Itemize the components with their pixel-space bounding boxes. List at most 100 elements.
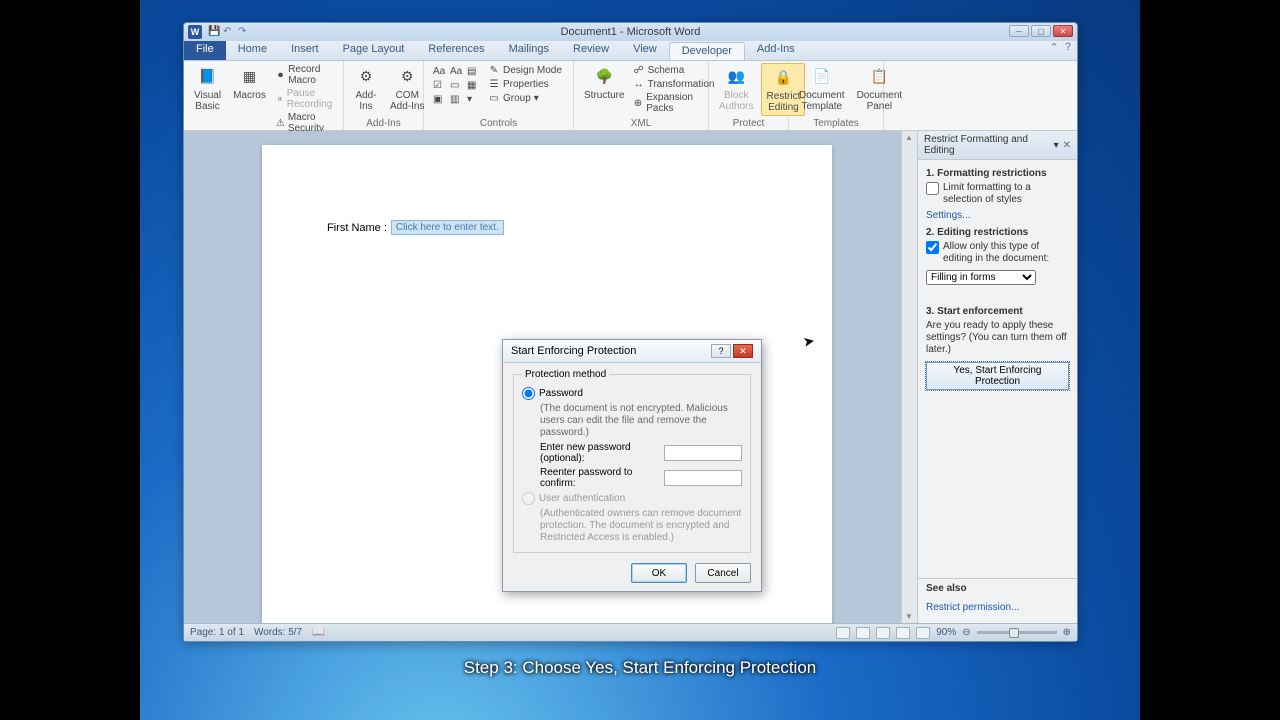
control-icon[interactable]: ▣ bbox=[433, 94, 447, 105]
ribbon-minimize-icon[interactable]: ⌃ bbox=[1050, 41, 1059, 60]
caption-text: Step 3: Choose Yes, Start Enforcing Prot… bbox=[0, 658, 1280, 678]
quick-access-toolbar[interactable]: 💾 ↶ ↷ bbox=[208, 26, 250, 38]
content-area: First Name : Click here to enter text. S… bbox=[184, 131, 1077, 623]
dialog-help-button[interactable]: ? bbox=[711, 344, 731, 358]
status-bar: Page: 1 of 1 Words: 5/7 📖 90% ⊖ ⊕ bbox=[184, 623, 1077, 641]
structure-button[interactable]: 🌳Structure bbox=[580, 63, 629, 103]
tab-home[interactable]: Home bbox=[226, 41, 279, 60]
control-icon[interactable]: ▤ bbox=[467, 66, 481, 77]
help-icon[interactable]: ? bbox=[1065, 41, 1071, 60]
draft-view[interactable] bbox=[916, 627, 930, 639]
cancel-button[interactable]: Cancel bbox=[695, 563, 751, 583]
control-icon[interactable]: ▾ bbox=[467, 94, 481, 105]
control-icon[interactable]: Aa bbox=[450, 66, 464, 77]
settings-link[interactable]: Settings... bbox=[926, 210, 970, 221]
enter-password-label: Enter new password (optional): bbox=[540, 442, 660, 464]
limit-formatting-checkbox[interactable] bbox=[926, 182, 939, 195]
dialog-title: Start Enforcing Protection bbox=[511, 345, 636, 357]
redo-icon[interactable]: ↷ bbox=[238, 26, 250, 38]
minimize-button[interactable]: ─ bbox=[1009, 25, 1029, 37]
macros-icon: ▦ bbox=[237, 65, 261, 89]
group-label-controls: Controls bbox=[430, 118, 567, 130]
control-icon[interactable]: ▭ bbox=[450, 80, 464, 91]
page-status[interactable]: Page: 1 of 1 bbox=[190, 627, 244, 638]
zoom-in-button[interactable]: ⊕ bbox=[1063, 627, 1071, 638]
control-icon[interactable]: ☑ bbox=[433, 80, 447, 91]
outline-view[interactable] bbox=[896, 627, 910, 639]
tab-file[interactable]: File bbox=[184, 41, 226, 60]
tab-page-layout[interactable]: Page Layout bbox=[331, 41, 417, 60]
tab-mailings[interactable]: Mailings bbox=[497, 41, 561, 60]
com-icon: ⚙ bbox=[395, 65, 419, 89]
transformation-button[interactable]: ↔Transformation bbox=[633, 77, 715, 91]
template-icon: 📄 bbox=[810, 65, 834, 89]
zoom-slider[interactable] bbox=[977, 631, 1057, 634]
start-enforcing-button[interactable]: Yes, Start Enforcing Protection bbox=[926, 362, 1069, 390]
schema-button[interactable]: ☍Schema bbox=[633, 63, 715, 77]
close-button[interactable]: ✕ bbox=[1053, 25, 1073, 37]
addins-button[interactable]: ⚙Add-Ins bbox=[350, 63, 382, 114]
window-title: Document1 - Microsoft Word bbox=[561, 26, 701, 38]
vb-icon: 📘 bbox=[196, 65, 220, 89]
controls-gallery[interactable]: AaAa▤ ☑▭▦ ▣▥▾ bbox=[430, 63, 484, 108]
document-area[interactable]: First Name : Click here to enter text. S… bbox=[184, 131, 901, 623]
expansion-icon: ⊕ bbox=[633, 97, 644, 109]
transform-icon: ↔ bbox=[633, 78, 645, 90]
zoom-level[interactable]: 90% bbox=[936, 627, 956, 638]
visual-basic-button[interactable]: 📘Visual Basic bbox=[190, 63, 225, 114]
fullscreen-view[interactable] bbox=[856, 627, 870, 639]
block-icon: 👥 bbox=[724, 65, 748, 89]
maximize-button[interactable]: ▢ bbox=[1031, 25, 1051, 37]
pause-recording-button: ⏸Pause Recording bbox=[276, 87, 337, 111]
restrict-permission-link[interactable]: Restrict permission... bbox=[926, 602, 1019, 613]
dialog-title-bar[interactable]: Start Enforcing Protection ? ✕ bbox=[503, 340, 761, 363]
control-icon[interactable]: ▥ bbox=[450, 94, 464, 105]
tab-developer[interactable]: Developer bbox=[669, 42, 745, 60]
enter-password-input[interactable] bbox=[664, 445, 742, 461]
reenter-password-input[interactable] bbox=[664, 470, 742, 486]
vertical-scrollbar[interactable] bbox=[901, 131, 917, 623]
allow-editing-checkbox[interactable] bbox=[926, 241, 939, 254]
expansion-packs-button[interactable]: ⊕Expansion Packs bbox=[633, 91, 715, 115]
control-icon[interactable]: Aa bbox=[433, 66, 447, 77]
editing-type-select[interactable]: Filling in forms bbox=[926, 270, 1036, 285]
password-radio-label: Password bbox=[539, 388, 583, 399]
com-addins-button[interactable]: ⚙COM Add-Ins bbox=[386, 63, 428, 114]
block-authors-button: 👥Block Authors bbox=[715, 63, 757, 114]
content-control[interactable]: Click here to enter text. bbox=[391, 220, 504, 235]
pane-menu-icon[interactable]: ▾ bbox=[1054, 140, 1059, 151]
control-icon[interactable]: ▦ bbox=[467, 80, 481, 91]
proofing-icon[interactable]: 📖 bbox=[312, 627, 324, 638]
start-enforcing-dialog: Start Enforcing Protection ? ✕ Protectio… bbox=[502, 339, 762, 592]
dialog-close-button[interactable]: ✕ bbox=[733, 344, 753, 358]
words-status[interactable]: Words: 5/7 bbox=[254, 627, 302, 638]
document-panel-button[interactable]: 📋Document Panel bbox=[853, 63, 907, 114]
tab-view[interactable]: View bbox=[621, 41, 669, 60]
tab-references[interactable]: References bbox=[416, 41, 496, 60]
document-template-button[interactable]: 📄Document Template bbox=[795, 63, 849, 114]
group-icon: ▭ bbox=[488, 92, 500, 104]
password-hint: (The document is not encrypted. Maliciou… bbox=[540, 403, 742, 439]
design-mode-button[interactable]: ✎Design Mode bbox=[488, 63, 562, 77]
enforcement-prompt: Are you ready to apply these settings? (… bbox=[926, 320, 1069, 356]
pane-close-icon[interactable]: ✕ bbox=[1063, 140, 1071, 151]
password-radio[interactable] bbox=[522, 387, 535, 400]
ok-button[interactable]: OK bbox=[631, 563, 687, 583]
group-button[interactable]: ▭Group ▾ bbox=[488, 91, 562, 105]
print-layout-view[interactable] bbox=[836, 627, 850, 639]
title-bar: W 💾 ↶ ↷ Document1 - Microsoft Word ─ ▢ ✕ bbox=[184, 23, 1077, 41]
security-icon: ⚠ bbox=[276, 117, 285, 129]
macros-button[interactable]: ▦Macros bbox=[229, 63, 270, 103]
properties-button[interactable]: ☰Properties bbox=[488, 77, 562, 91]
tab-addins[interactable]: Add-Ins bbox=[745, 41, 807, 60]
save-icon[interactable]: 💾 bbox=[208, 26, 220, 38]
tab-insert[interactable]: Insert bbox=[279, 41, 331, 60]
userauth-radio bbox=[522, 492, 535, 505]
web-layout-view[interactable] bbox=[876, 627, 890, 639]
undo-icon[interactable]: ↶ bbox=[223, 26, 235, 38]
limit-formatting-label: Limit formatting to a selection of style… bbox=[943, 182, 1069, 206]
zoom-out-button[interactable]: ⊖ bbox=[962, 627, 970, 638]
tab-review[interactable]: Review bbox=[561, 41, 621, 60]
restrict-editing-pane: Restrict Formatting and Editing ▾ ✕ 1. F… bbox=[917, 131, 1077, 623]
record-macro-button[interactable]: ⏺Record Macro bbox=[276, 63, 337, 87]
